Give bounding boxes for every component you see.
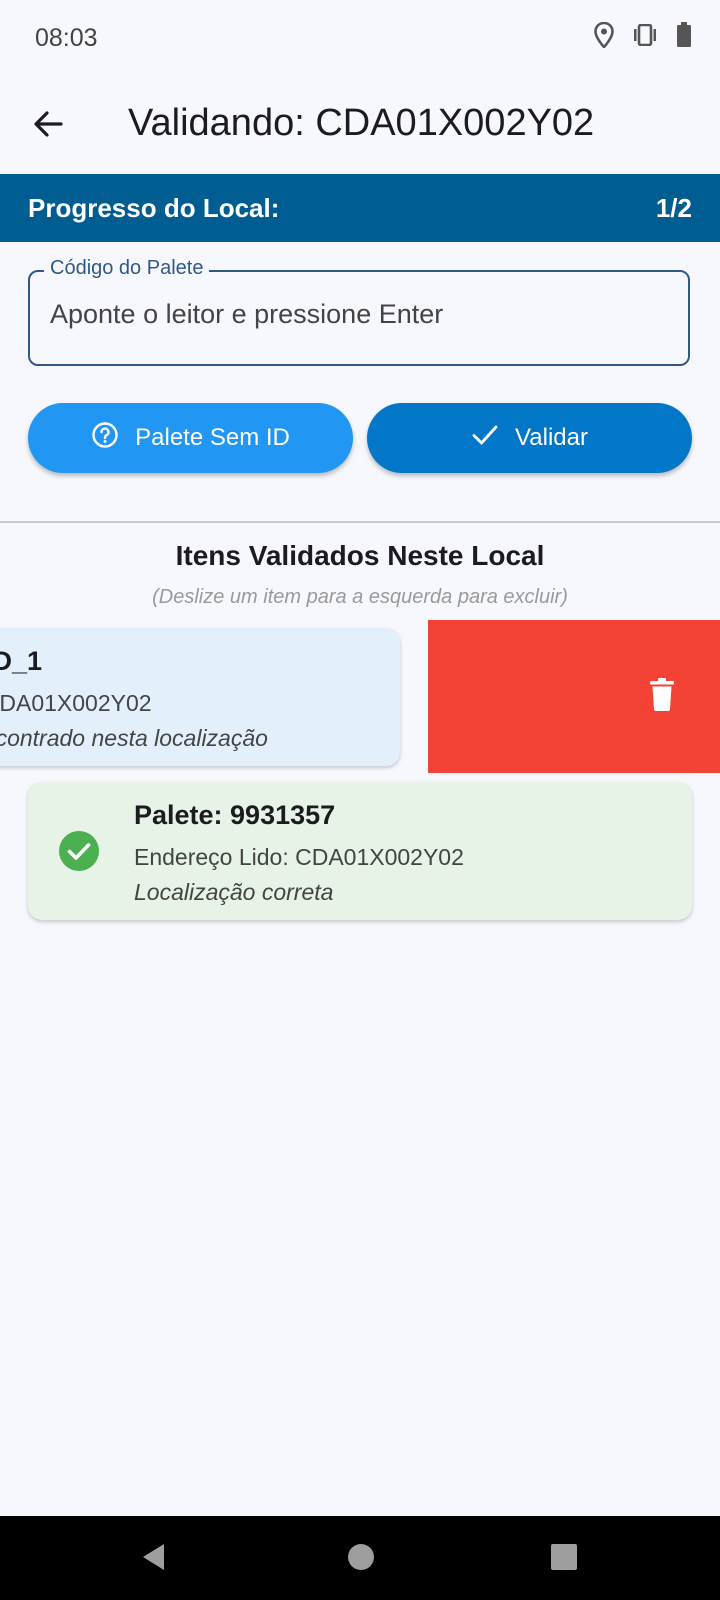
progress-label: Progresso do Local:: [28, 193, 280, 223]
validate-label: Validar: [515, 424, 588, 451]
pallet-no-id-button[interactable]: Palete Sem ID: [28, 403, 353, 473]
swipe-delete-background[interactable]: [428, 620, 720, 773]
item-title: Palete: 9931357: [134, 800, 336, 830]
nav-back-icon[interactable]: [140, 1542, 166, 1577]
section-title: Itens Validados Neste Local: [175, 540, 545, 571]
status-time: 08:03: [35, 24, 98, 52]
validate-button[interactable]: Validar: [367, 403, 692, 473]
nav-home-icon[interactable]: [347, 1542, 375, 1577]
trash-icon[interactable]: [650, 678, 674, 716]
validated-item-card[interactable]: _ID_1 : CDA01X002Y02 encontrado nesta lo…: [0, 628, 400, 766]
check-icon: [471, 423, 499, 454]
item-title: _ID_1: [0, 646, 43, 676]
location-icon: [594, 22, 614, 48]
nav-recents-icon[interactable]: [551, 1542, 577, 1577]
item-status: Localização correta: [134, 879, 334, 905]
divider: [0, 521, 720, 523]
pallet-code-label: Código do Palete: [44, 257, 210, 280]
help-circle-icon: [91, 421, 119, 456]
page-title: Validando: CDA01X002Y02: [128, 102, 595, 144]
progress-banner: Progresso do Local: 1/2: [0, 174, 720, 242]
pallet-code-field: Código do Palete: [28, 257, 690, 366]
arrow-back-icon: [32, 108, 64, 145]
pallet-no-id-label: Palete Sem ID: [135, 424, 290, 451]
app-bar: Validando: CDA01X002Y02: [0, 78, 720, 174]
item-address: Endereço Lido: CDA01X002Y02: [134, 844, 464, 870]
item-status: encontrado nesta localização: [0, 725, 268, 751]
status-bar: 08:03: [0, 0, 720, 78]
section-hint: (Deslize um item para a esquerda para ex…: [152, 586, 568, 608]
pallet-code-input[interactable]: [48, 298, 672, 331]
system-nav-bar: [0, 1516, 720, 1600]
status-icons: [594, 22, 692, 48]
check-circle-icon: [59, 831, 99, 876]
item-address: : CDA01X002Y02: [0, 690, 152, 716]
back-button[interactable]: [22, 100, 74, 152]
vibrate-icon: [632, 24, 658, 46]
progress-value: 1/2: [655, 193, 692, 223]
validated-item-card[interactable]: Palete: 9931357 Endereço Lido: CDA01X002…: [28, 782, 692, 920]
battery-icon: [676, 22, 692, 48]
